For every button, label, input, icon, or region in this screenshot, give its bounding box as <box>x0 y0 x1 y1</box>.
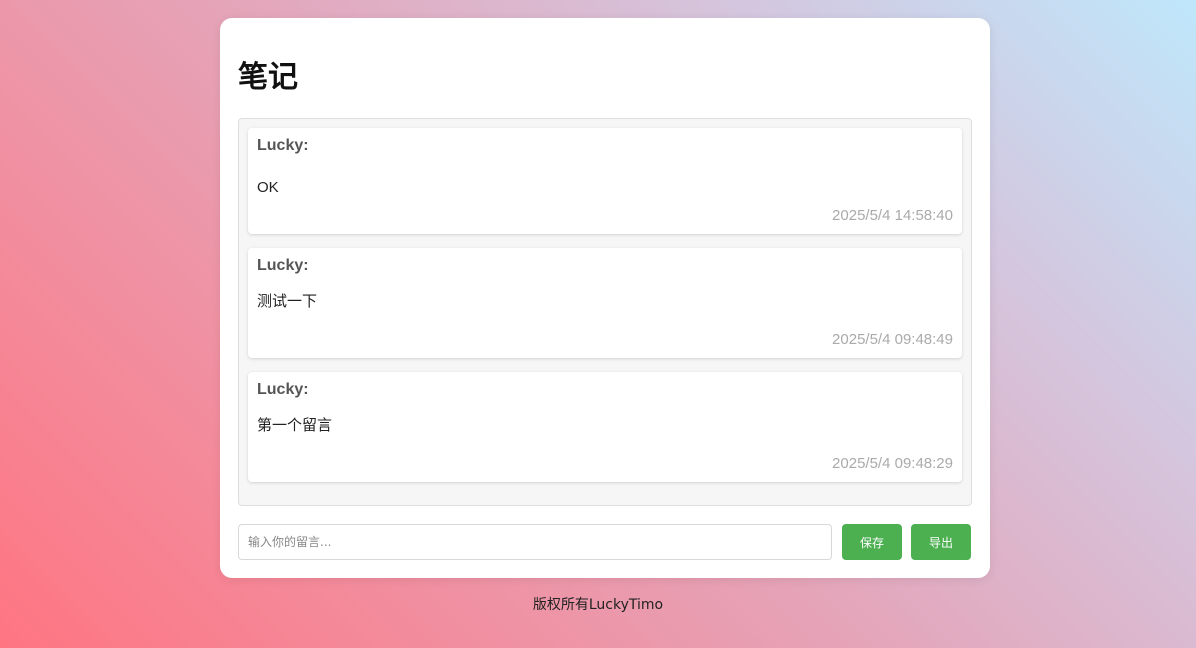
message-text: 测试一下 <box>257 293 318 310</box>
export-button[interactable]: 导出 <box>911 524 971 560</box>
composer-row: 保存 导出 <box>238 524 972 560</box>
message-author: Lucky: <box>257 137 309 154</box>
message-text: OK <box>257 179 279 196</box>
message-list[interactable]: Lucky: OK 2025/5/4 14:58:40 Lucky: 测试一下 … <box>238 118 972 506</box>
message-timestamp: 2025/5/4 14:58:40 <box>832 207 953 224</box>
message-author: Lucky: <box>257 381 309 398</box>
message-author: Lucky: <box>257 257 309 274</box>
message-timestamp: 2025/5/4 09:48:49 <box>832 331 953 348</box>
page-title: 笔记 <box>238 60 298 95</box>
notes-card: 笔记 Lucky: OK 2025/5/4 14:58:40 Lucky: 测试… <box>220 18 990 578</box>
save-button[interactable]: 保存 <box>842 524 902 560</box>
message-item: Lucky: OK 2025/5/4 14:58:40 <box>248 128 962 234</box>
message-item: Lucky: 测试一下 2025/5/4 09:48:49 <box>248 248 962 358</box>
footer-copyright: 版权所有LuckyTimo <box>532 597 664 613</box>
message-item: Lucky: 第一个留言 2025/5/4 09:48:29 <box>248 372 962 482</box>
message-timestamp: 2025/5/4 09:48:29 <box>832 455 953 472</box>
message-input[interactable] <box>238 524 832 560</box>
message-text: 第一个留言 <box>257 417 333 434</box>
